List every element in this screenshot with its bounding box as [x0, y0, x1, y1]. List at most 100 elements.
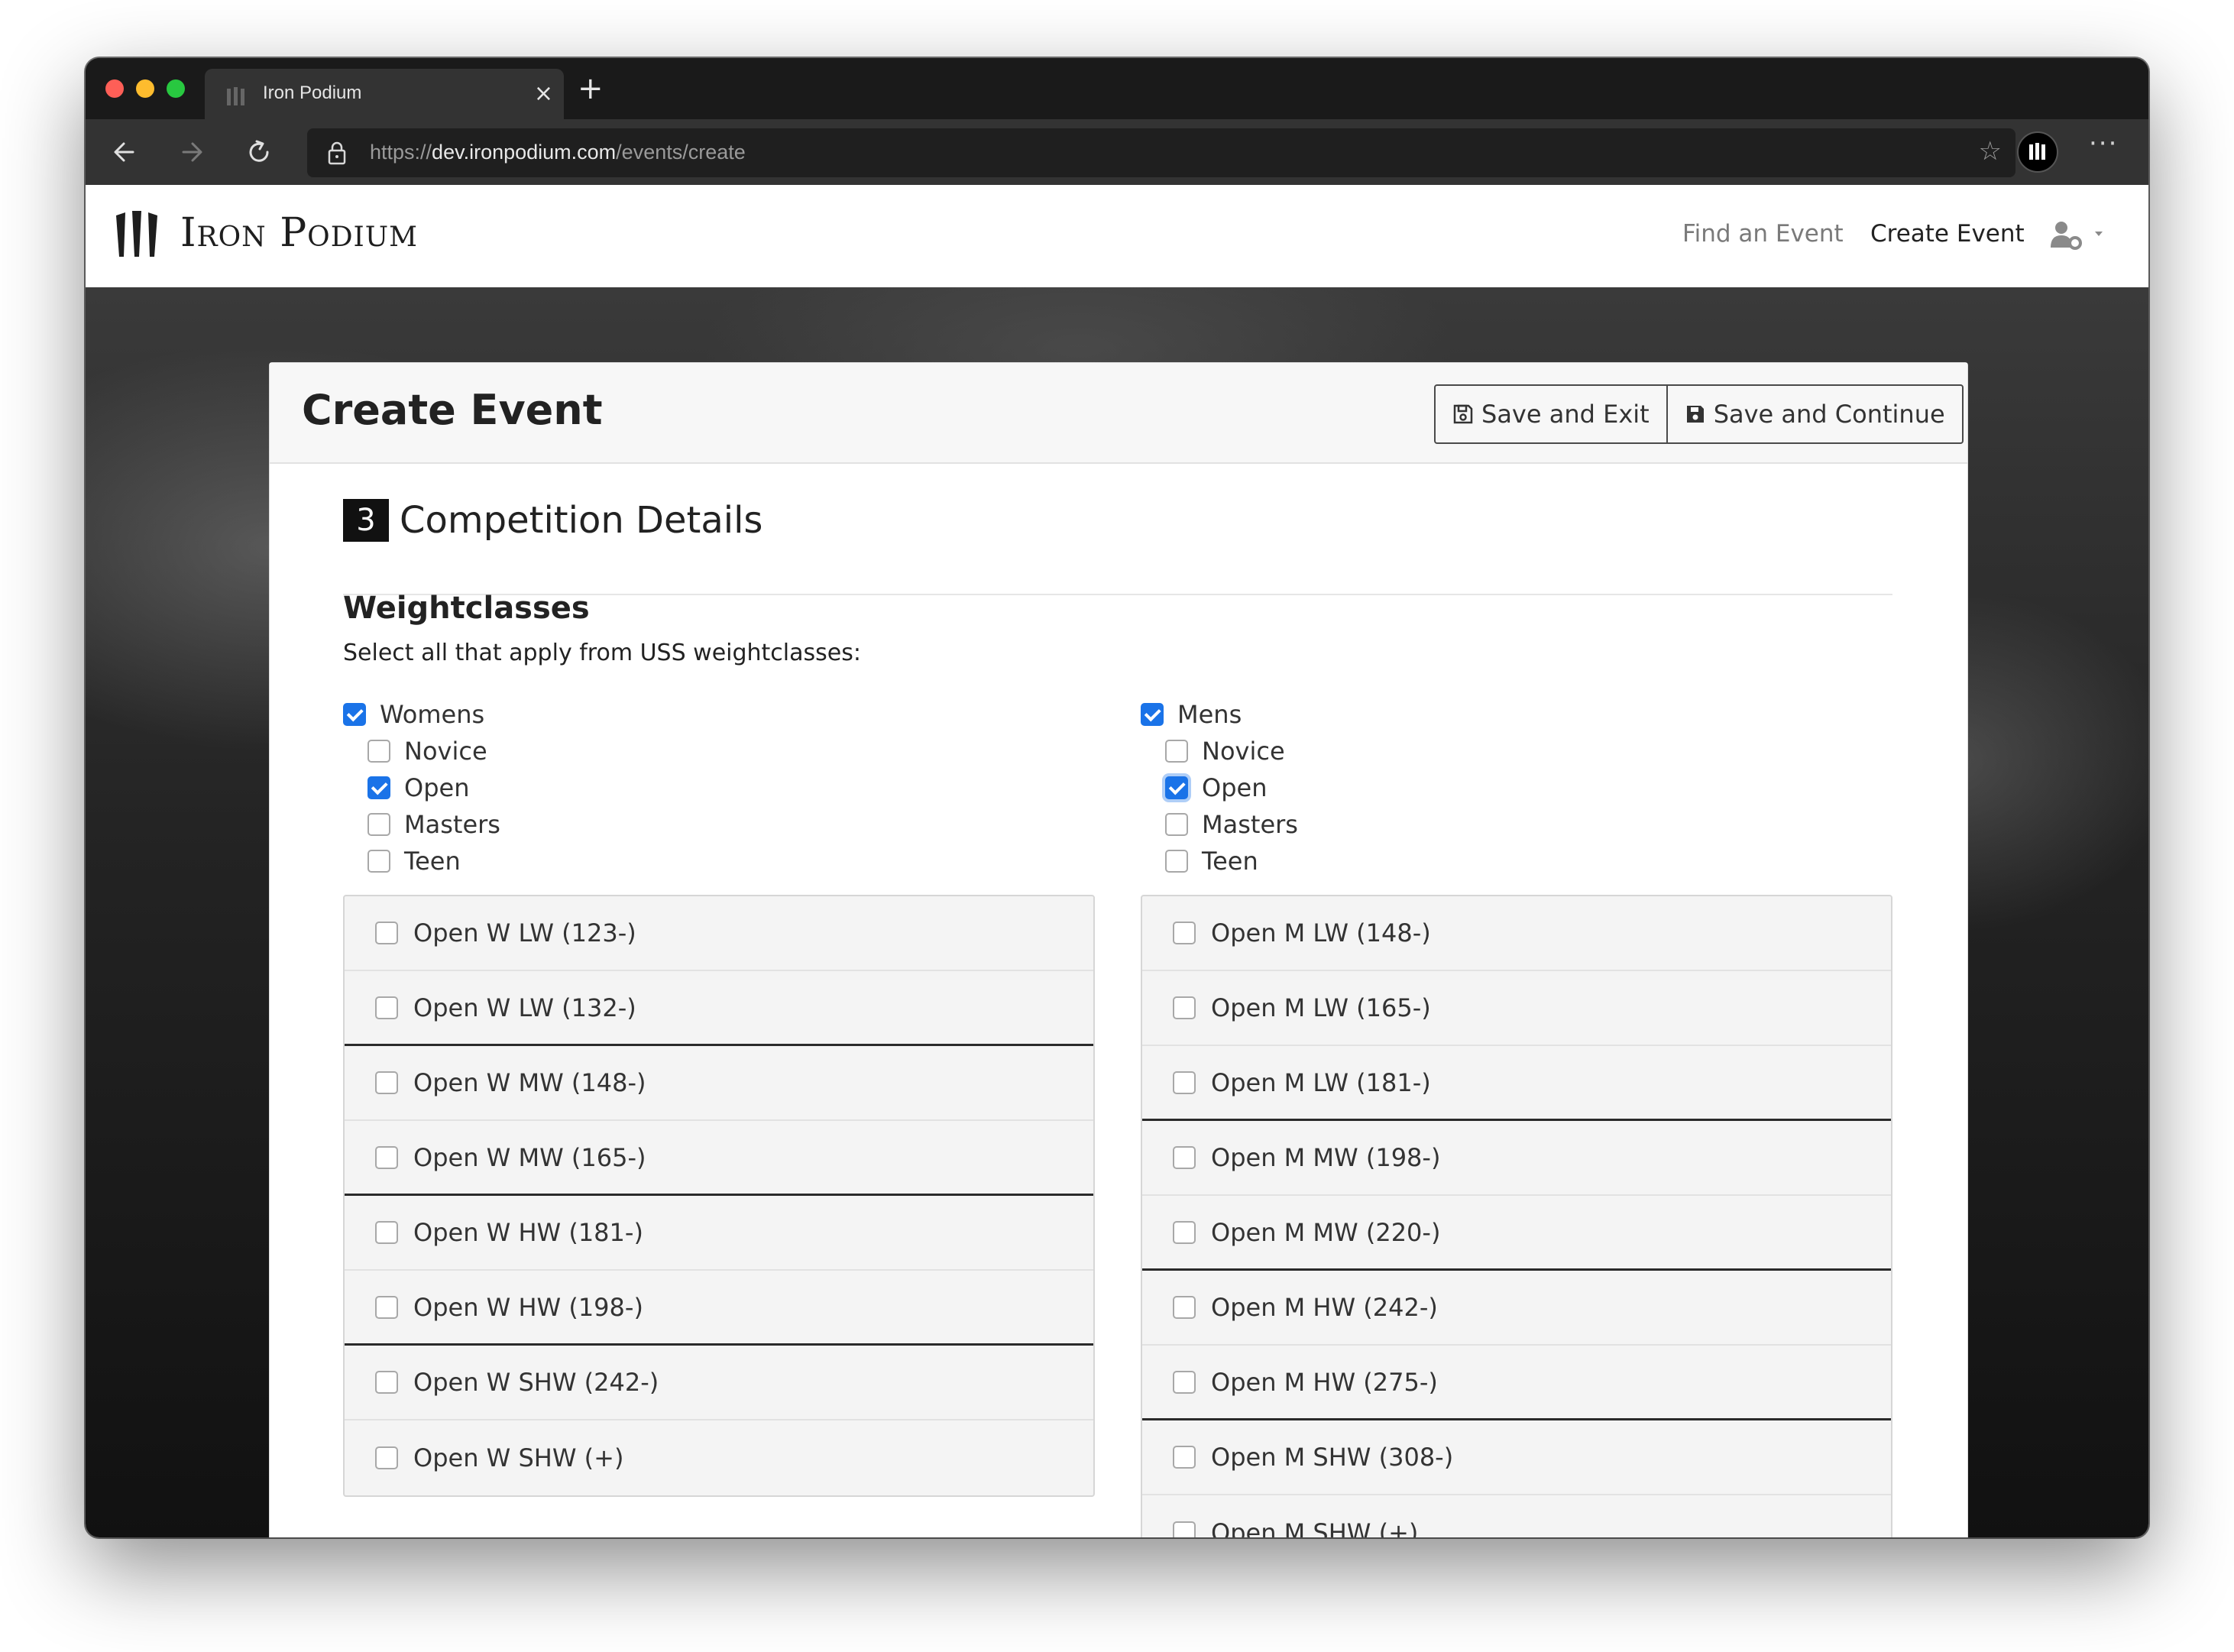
womens-division-checkbox[interactable]	[367, 813, 390, 836]
browser-menu-icon[interactable]: ···	[2089, 128, 2118, 159]
save-and-exit-button[interactable]: Save and Exit	[1436, 386, 1666, 442]
list-item[interactable]: Open W SHW (+)	[345, 1420, 1093, 1495]
user-settings-dropdown[interactable]	[2048, 219, 2116, 252]
mens-division-label: Masters	[1202, 810, 1298, 839]
minimize-window-button[interactable]	[136, 79, 154, 98]
womens-division-label: Open	[404, 773, 470, 802]
list-item[interactable]: Open M LW (148-)	[1142, 896, 1891, 971]
mens-division-label: Teen	[1202, 847, 1258, 876]
mens-column: Mens Novice Open Masters Teen Open M LW (148-…	[1141, 696, 1892, 1537]
womens-label: Womens	[380, 700, 485, 729]
profile-avatar[interactable]	[2017, 131, 2058, 173]
womens-division-checkbox[interactable]	[367, 850, 390, 873]
forward-arrow-icon[interactable]	[174, 134, 209, 170]
nav-create-event[interactable]: Create Event	[1870, 220, 2025, 248]
browser-window: Iron Podium × + https://dev.ironpodium.c…	[86, 58, 2148, 1537]
bookmark-star-icon[interactable]: ☆	[1979, 136, 2002, 167]
mens-weightclass-checkbox[interactable]	[1173, 1446, 1196, 1469]
womens-weightclass-checkbox[interactable]	[375, 922, 398, 944]
brand-logo[interactable]: Iron Podium	[113, 206, 418, 260]
mens-weightclass-label: Open M LW (148-)	[1211, 918, 1431, 947]
tab-close-icon[interactable]: ×	[534, 83, 553, 105]
mens-division-checkbox[interactable]	[1165, 776, 1188, 799]
reload-icon[interactable]	[241, 134, 277, 170]
page-title: Create Event	[302, 386, 603, 434]
womens-division-row[interactable]: Open	[367, 769, 1095, 806]
weightclasses-heading: Weightclasses	[343, 591, 590, 626]
close-window-button[interactable]	[105, 79, 124, 98]
web-page: Iron Podium Find an Event Create Event C…	[86, 185, 2148, 1537]
list-item[interactable]: Open W MW (165-)	[345, 1121, 1093, 1196]
back-arrow-icon[interactable]	[107, 134, 142, 170]
womens-division-row[interactable]: Teen	[367, 843, 1095, 879]
tab-strip: Iron Podium × +	[86, 58, 2148, 119]
list-item[interactable]: Open M SHW (308-)	[1142, 1420, 1891, 1495]
womens-weightclass-checkbox[interactable]	[375, 1446, 398, 1469]
list-item[interactable]: Open M MW (220-)	[1142, 1196, 1891, 1271]
mens-weightclass-checkbox[interactable]	[1173, 1220, 1196, 1244]
list-item[interactable]: Open W SHW (242-)	[345, 1346, 1093, 1420]
womens-division-checkbox[interactable]	[367, 776, 390, 799]
mens-division-checkbox[interactable]	[1165, 813, 1188, 836]
mens-division-label: Novice	[1202, 737, 1285, 766]
list-item[interactable]: Open W LW (123-)	[345, 896, 1093, 971]
mens-weightclass-label: Open M LW (165-)	[1211, 993, 1431, 1022]
mens-label: Mens	[1177, 700, 1242, 729]
mens-division-row[interactable]: Teen	[1165, 843, 1892, 879]
mens-weightclass-checkbox[interactable]	[1173, 1370, 1196, 1394]
new-tab-icon[interactable]: +	[578, 73, 604, 104]
list-item[interactable]: Open M LW (181-)	[1142, 1046, 1891, 1121]
mens-division-row[interactable]: Open	[1165, 769, 1892, 806]
womens-division-row[interactable]: Novice	[367, 733, 1095, 769]
list-item[interactable]: Open M LW (165-)	[1142, 971, 1891, 1046]
mens-weightclass-checkbox[interactable]	[1173, 996, 1196, 1019]
mens-division-checkbox[interactable]	[1165, 850, 1188, 873]
list-item[interactable]: Open W HW (198-)	[345, 1271, 1093, 1346]
mens-weightclass-label: Open M MW (198-)	[1211, 1143, 1441, 1172]
brand-name: Iron Podium	[180, 210, 418, 256]
mens-weightclass-checkbox[interactable]	[1173, 922, 1196, 944]
list-item[interactable]: Open M MW (198-)	[1142, 1121, 1891, 1196]
womens-weightclass-list: Open W LW (123-) Open W LW (132-) Open W M…	[343, 895, 1095, 1497]
mens-weightclass-label: Open M LW (181-)	[1211, 1067, 1431, 1097]
list-item[interactable]: Open M HW (275-)	[1142, 1346, 1891, 1420]
mens-weightclass-label: Open M MW (220-)	[1211, 1217, 1441, 1247]
mens-checkbox[interactable]	[1141, 703, 1164, 726]
browser-tab[interactable]: Iron Podium ×	[205, 69, 564, 119]
womens-weightclass-checkbox[interactable]	[375, 1371, 398, 1394]
womens-checkbox-row[interactable]: Womens	[343, 696, 1095, 733]
address-bar[interactable]: https://dev.ironpodium.com/events/create…	[307, 128, 2015, 177]
save-and-continue-button[interactable]: Save and Continue	[1666, 386, 1962, 442]
mens-checkbox-row[interactable]: Mens	[1141, 696, 1892, 733]
list-item[interactable]: Open W HW (181-)	[345, 1196, 1093, 1271]
mens-weightclass-checkbox[interactable]	[1173, 1146, 1196, 1169]
womens-weightclass-label: Open W HW (198-)	[413, 1292, 643, 1322]
mens-weightclass-label: Open M SHW (+)	[1211, 1518, 1419, 1537]
mens-division-row[interactable]: Masters	[1165, 806, 1892, 843]
womens-weightclass-checkbox[interactable]	[375, 1221, 398, 1244]
list-item[interactable]: Open W MW (148-)	[345, 1046, 1093, 1121]
womens-weightclass-checkbox[interactable]	[375, 1071, 398, 1094]
list-item[interactable]: Open W LW (132-)	[345, 971, 1093, 1046]
list-item[interactable]: Open M SHW (+)	[1142, 1495, 1891, 1537]
womens-division-checkbox[interactable]	[367, 740, 390, 763]
mens-weightclass-checkbox[interactable]	[1173, 1296, 1196, 1319]
mens-weightclass-checkbox[interactable]	[1173, 1521, 1196, 1537]
womens-weightclass-checkbox[interactable]	[375, 1295, 398, 1319]
mens-weightclass-label: Open M SHW (308-)	[1211, 1443, 1454, 1472]
womens-weightclass-checkbox[interactable]	[375, 1145, 398, 1169]
create-event-card: Create Event Save and Exit Save and Cont…	[269, 362, 1968, 1537]
womens-checkbox[interactable]	[343, 703, 366, 726]
lock-icon	[328, 141, 346, 165]
womens-division-row[interactable]: Masters	[367, 806, 1095, 843]
maximize-window-button[interactable]	[167, 79, 185, 98]
womens-weightclass-label: Open W LW (123-)	[413, 918, 636, 947]
mens-weightclass-checkbox[interactable]	[1173, 1071, 1196, 1094]
mens-division-row[interactable]: Novice	[1165, 733, 1892, 769]
save-outline-icon	[1453, 404, 1473, 424]
nav-find-event[interactable]: Find an Event	[1682, 220, 1844, 248]
mens-division-checkbox[interactable]	[1165, 740, 1188, 763]
iron-podium-logo-icon	[2029, 143, 2045, 160]
womens-weightclass-checkbox[interactable]	[375, 996, 398, 1019]
list-item[interactable]: Open M HW (242-)	[1142, 1271, 1891, 1346]
